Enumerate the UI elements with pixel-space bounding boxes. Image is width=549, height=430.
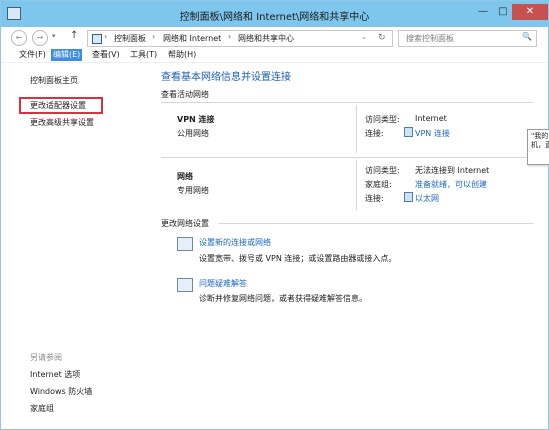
network-name-network: 网络 [177,172,193,181]
troubleshoot-icon [177,278,193,292]
troubleshoot-desc: 诊断并修复网络问题，或者获得疑难解答信息。 [199,294,367,303]
breadcrumb-sharing-center[interactable]: 网络和共享中心 [238,33,294,44]
window: 控制面板\网络和 Internet\网络和共享中心 — □ ✕ ← → ▾ ↑ … [0,0,549,430]
network-type-public[interactable]: 公用网络 [177,128,209,139]
address-dropdown-icon[interactable]: ⌄ [361,33,367,41]
vpn-connection-icon [404,127,413,137]
address-bar[interactable]: › 控制面板 › 网络和 Internet › 网络和共享中心 ⌄ ↻ [87,30,393,47]
breadcrumb-separator: › [228,32,232,41]
maximize-button[interactable]: □ [494,4,512,20]
setup-new-connection-desc: 设置宽带、拨号或 VPN 连接；或设置路由器或接入点。 [199,254,397,263]
menu-help[interactable]: 帮助(H) [166,49,198,61]
menu-tools[interactable]: 工具(T) [128,49,159,61]
change-network-settings-label: 更改网络设置 [161,219,209,228]
ethernet-icon [404,192,413,202]
search-input[interactable]: 搜索控制面板 [406,33,454,44]
access-type-value: 无法连接到 Internet [415,166,490,175]
windows-firewall-link[interactable]: Windows 防火墙 [30,386,92,397]
network-type-private[interactable]: 专用网络 [177,185,209,196]
homegroup-link-create[interactable]: 准备就绪，可以创建 [415,179,487,190]
navigation-bar: ← → ▾ ↑ › 控制面板 › 网络和 Internet › 网络和共享中心 … [1,27,548,48]
menu-edit[interactable]: 编辑(E) [51,49,83,61]
breadcrumb-separator: › [152,32,156,41]
menu-view[interactable]: 查看(V) [90,49,122,61]
setup-new-connection-link[interactable]: 设置新的连接或网络 [199,237,271,248]
minimize-button[interactable]: — [474,4,492,20]
homegroup-label: 家庭组: [365,180,392,189]
up-button[interactable]: ↑ [70,30,78,41]
column-divider [356,160,357,210]
new-connection-icon [177,237,193,251]
search-icon[interactable]: 🔍 [522,32,532,41]
ethernet-link[interactable]: 以太网 [415,193,439,204]
window-title: 控制面板\网络和 Internet\网络和共享中心 [179,12,370,23]
menu-file[interactable]: 文件(F) [17,49,48,61]
change-advanced-sharing-link[interactable]: 更改高级共享设置 [30,117,94,128]
recent-pages-dropdown[interactable]: ▾ [52,32,56,40]
homegroup-link[interactable]: 家庭组 [30,403,54,414]
access-type-label: 访问类型: [365,166,400,175]
tooltip: "我的 机，直 [527,129,549,165]
access-type-value: Internet [415,114,447,123]
network-name-vpn: VPN 连接 [177,115,215,124]
breadcrumb-control-panel[interactable]: 控制面板 [114,33,146,44]
close-button[interactable]: ✕ [512,4,548,20]
section-divider [161,102,533,103]
menu-bar: 文件(F) 编辑(E) 查看(V) 工具(T) 帮助(H) [1,48,548,63]
tooltip-line1: "我的 [531,132,549,140]
section-divider [219,223,533,224]
access-type-label: 访问类型: [365,115,400,124]
control-panel-home-link[interactable]: 控制面板主页 [30,75,78,86]
tooltip-line2: 机，直 [531,141,549,149]
control-panel-small-icon [92,34,102,44]
page-title: 查看基本网络信息并设置连接 [161,72,291,83]
internet-options-link[interactable]: Internet 选项 [30,369,80,380]
connection-label: 连接: [365,194,384,203]
vpn-connection-link[interactable]: VPN 连接 [415,128,450,139]
network-divider [161,157,533,158]
refresh-icon[interactable]: ↻ [378,33,386,43]
troubleshoot-link[interactable]: 问题疑难解答 [199,278,247,289]
change-adapter-settings-link[interactable]: 更改适配器设置 [30,100,86,111]
connection-label: 连接: [365,129,384,138]
title-bar[interactable]: 控制面板\网络和 Internet\网络和共享中心 — □ ✕ [1,1,548,27]
back-button[interactable]: ← [11,30,27,46]
breadcrumb-separator: › [104,32,108,41]
search-box[interactable]: 搜索控制面板 🔍 [398,30,537,47]
column-divider [356,105,357,153]
forward-button[interactable]: → [32,30,48,46]
active-networks-label: 查看活动网络 [161,90,209,99]
see-also-label: 另请参阅 [30,353,62,362]
breadcrumb-network-internet[interactable]: 网络和 Internet [163,33,221,44]
